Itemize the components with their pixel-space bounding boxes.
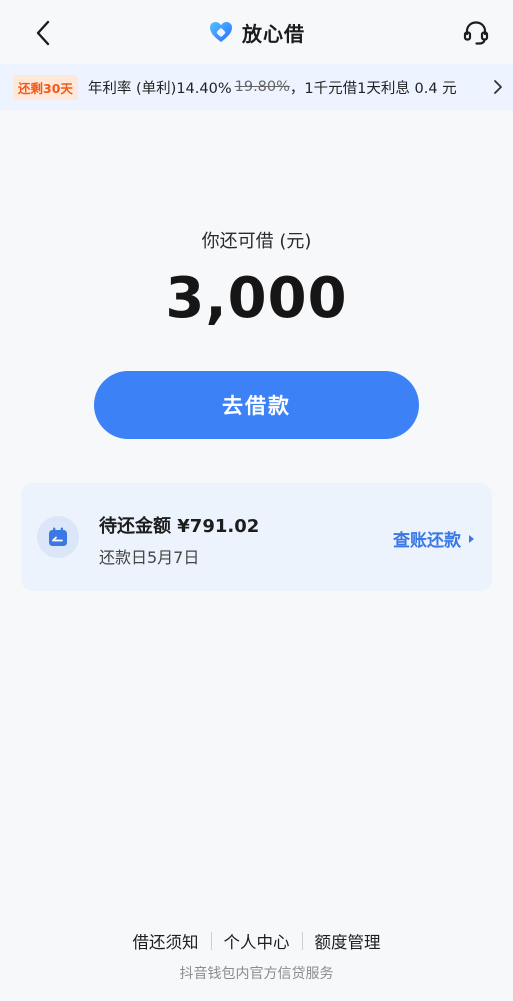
footer-link-loan-notice[interactable]: 借还须知 — [121, 929, 211, 953]
brand: 放心借 — [208, 18, 305, 47]
calendar-icon-wrap — [37, 516, 79, 558]
top-nav-bar: 放心借 — [0, 0, 513, 64]
rate-label: 年利率 (单利)14.40% — [87, 80, 232, 97]
footer-note: 抖音钱包内官方信贷服务 — [179, 966, 334, 982]
old-rate: 19.80% — [234, 79, 290, 95]
view-and-repay-link[interactable]: 查账还款 — [393, 526, 474, 551]
view-and-repay-label: 查账还款 — [393, 531, 461, 551]
available-credit-label: 你还可借 (元) — [201, 231, 312, 252]
borrow-button[interactable]: 去借款 — [94, 371, 419, 439]
brand-logo-icon — [210, 22, 232, 42]
chevron-right-icon — [493, 79, 503, 95]
interest-rate-banner[interactable]: 还剩30天 年利率 (单利)14.40% 19.80% ，1千元借1天利息 0.… — [0, 64, 513, 110]
caret-right-icon — [469, 534, 474, 543]
interest-text: ，1千元借1天利息 0.4 元 — [289, 80, 457, 97]
footer-links: 借还须知 个人中心 额度管理 — [0, 929, 513, 953]
headset-icon — [463, 21, 489, 45]
footer-link-personal-center[interactable]: 个人中心 — [212, 929, 302, 953]
repayment-card: 待还金额 ¥791.02 还款日5月7日 查账还款 — [21, 483, 492, 591]
available-credit-amount: 3,000 — [165, 266, 348, 331]
brand-name: 放心借 — [242, 21, 305, 46]
calendar-icon — [49, 527, 67, 546]
footer-link-credit-management[interactable]: 额度管理 — [303, 929, 393, 953]
amount-due: 待还金额 ¥791.02 — [99, 516, 260, 537]
due-date: 还款日5月7日 — [99, 548, 200, 567]
countdown-badge: 还剩30天 — [13, 74, 78, 100]
chevron-left-icon — [36, 20, 50, 46]
rate-text: 年利率 (单利)14.40% 19.80% ，1千元借1天利息 0.4 元 — [88, 77, 457, 98]
customer-service-button[interactable] — [461, 18, 491, 48]
back-button[interactable] — [28, 18, 58, 48]
